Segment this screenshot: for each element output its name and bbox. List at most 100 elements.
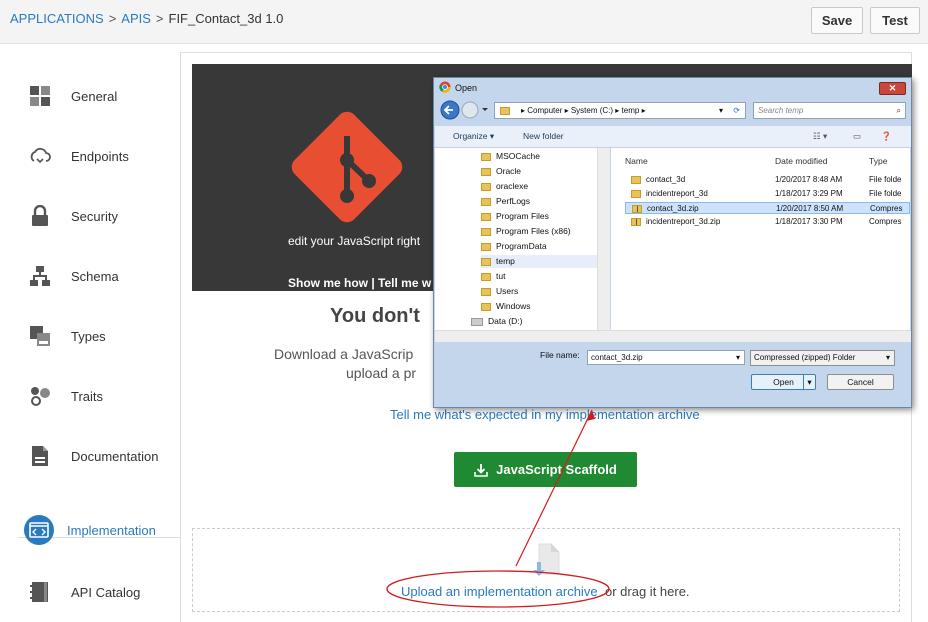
zip-file-icon [632,205,642,213]
address-segment[interactable]: System (C:) [571,106,613,115]
tree-item[interactable]: Users [481,285,518,298]
search-icon: ⌕ [896,106,901,115]
file-row[interactable]: incidentreport_3d 1/18/2017 3:29 PM File f… [625,188,910,200]
new-folder-button[interactable]: New folder [523,131,564,141]
folder-icon [481,302,491,311]
sidebar-item-endpoints[interactable]: Endpoints [18,126,180,186]
file-upload-icon [533,543,560,576]
file-type-value: Compressed (zipped) Folder [754,353,856,362]
sidebar-item-security[interactable]: Security [18,186,180,246]
sidebar-item-implementation[interactable]: Implementation [18,500,180,560]
file-type-select[interactable]: Compressed (zipped) Folder ▾ [750,350,895,366]
file-type: File folde [869,175,902,184]
refresh-icon[interactable]: ⟳ [733,103,740,118]
folder-icon [481,167,491,176]
file-name-label: File name: [540,350,580,360]
expected-archive-link[interactable]: Tell me what's expected in my implementa… [390,407,700,422]
sidebar-item-label: Types [71,328,106,344]
preview-pane-icon[interactable]: ▭ [853,131,861,142]
tree-item-label: Users [496,286,519,296]
folder-tree: MSOCache Oracle oraclexe PerfLogs Progra… [435,148,610,342]
tree-item[interactable]: MSOCache [481,150,540,163]
tree-item[interactable]: Oracle [481,165,521,178]
tree-item-label: MSOCache [496,151,540,161]
column-header-date[interactable]: Date modified [775,156,827,166]
tree-item-label: Data (D:) [488,316,523,326]
dialog-title-bar: Open ✕ [434,78,911,96]
file-row-selected[interactable]: contact_3d.zip 1/20/2017 8:50 AM Compres [625,202,910,214]
save-button[interactable]: Save [811,7,863,34]
column-header-type[interactable]: Type [869,156,887,166]
breadcrumb-applications[interactable]: APPLICATIONS [10,11,104,26]
tree-item[interactable]: Program Files (x86) [481,225,571,238]
empty-heading: You don't [330,305,420,327]
download-text-line2: upload a pr [346,365,417,381]
chevron-down-icon: ▾ [885,353,890,362]
sidebar-item-schema[interactable]: Schema [18,246,180,306]
hero-links[interactable]: Show me how | Tell me w [288,276,431,290]
file-date: 1/20/2017 8:50 AM [776,204,844,213]
cloud-icon [26,142,54,170]
open-button[interactable]: Open ▾ [751,374,816,390]
code-icon [22,513,56,547]
file-list-scrollbar[interactable] [435,330,911,342]
tree-item[interactable]: Data (D:) [471,315,522,328]
dialog-title: Open [455,83,478,93]
tree-item[interactable]: Program Files [481,210,549,223]
tree-item-label: Oracle [496,166,522,176]
sidebar-item-label: Documentation [71,448,159,464]
file-row[interactable]: incidentreport_3d.zip 1/18/2017 3:30 PM Co… [625,216,910,228]
tree-item[interactable]: Windows [481,300,530,313]
javascript-scaffold-button[interactable]: JavaScript Scaffold [454,452,637,487]
breadcrumb-apis[interactable]: APIS [121,11,151,26]
scaffold-label: JavaScript Scaffold [496,462,617,477]
cancel-button[interactable]: Cancel [827,374,894,390]
sidebar-item-label: Traits [71,388,104,404]
tree-item[interactable]: PerfLogs [481,195,530,208]
download-text-line1: Download a JavaScrip [274,346,414,362]
tree-item-label: tut [496,271,506,281]
tree-item-label: Program Files (x86) [496,226,571,236]
top-bar: APPLICATIONS > APIS > FIF_Contact_3d 1.0 Sav… [0,0,928,44]
open-file-dialog: Open ✕ ▸ Computer ▸ System (C:) ▸ temp ▸… [433,77,912,408]
chevron-down-icon[interactable]: ▾ [736,351,740,364]
chevron-down-icon[interactable]: ▾ [803,375,815,389]
folder-icon [481,257,491,266]
view-options-icon[interactable]: ☷ ▾ [813,131,827,142]
sidebar-item-documentation[interactable]: Documentation [18,426,180,486]
file-type: Compres [870,204,903,213]
tree-item[interactable]: tut [481,270,505,283]
upload-archive-link[interactable]: Upload an implementation archive [401,584,598,599]
tree-item[interactable]: oraclexe [481,180,528,193]
dialog-close-button[interactable]: ✕ [879,82,906,95]
help-icon[interactable]: ❓ [881,131,892,142]
test-button[interactable]: Test [870,7,920,34]
sidebar-item-api-catalog[interactable]: API Catalog [18,562,180,622]
column-header-name[interactable]: Name [625,156,648,166]
chevron-down-icon[interactable]: ▾ [719,103,723,118]
sidebar-item-traits[interactable]: Traits [18,366,180,426]
search-input[interactable]: Search temp ⌕ [753,102,906,119]
tree-item[interactable]: ProgramData [481,240,547,253]
tree-item-label: oraclexe [496,181,529,191]
sidebar-item-general[interactable]: General [18,66,180,126]
file-name-input[interactable]: contact_3d.zip ▾ [587,350,745,365]
address-segment[interactable]: temp [622,106,640,115]
sidebar-item-types[interactable]: Types [18,306,180,366]
file-name: incidentreport_3d [646,189,708,198]
tree-item-selected[interactable]: temp [481,255,597,268]
sidebar: General Endpoints Security Schema Types … [0,44,180,622]
address-bar[interactable]: ▸ Computer ▸ System (C:) ▸ temp ▸ ▾ ⟳ [494,102,746,119]
file-name: contact_3d [646,175,686,184]
address-segment[interactable]: Computer [527,106,562,115]
file-row[interactable]: contact_3d 1/20/2017 8:48 AM File folde [625,174,910,186]
folder-icon [481,272,491,281]
file-list: Name Date modified Type contact_3d 1/20/2… [611,148,910,342]
organize-menu[interactable]: Organize ▾ [453,131,494,142]
tree-scrollbar[interactable] [597,148,610,342]
upload-dropzone[interactable] [192,528,900,612]
tree-item-label: ProgramData [496,241,547,251]
back-forward-icon[interactable] [440,100,488,121]
folder-icon [500,107,510,115]
types-icon [26,322,54,350]
